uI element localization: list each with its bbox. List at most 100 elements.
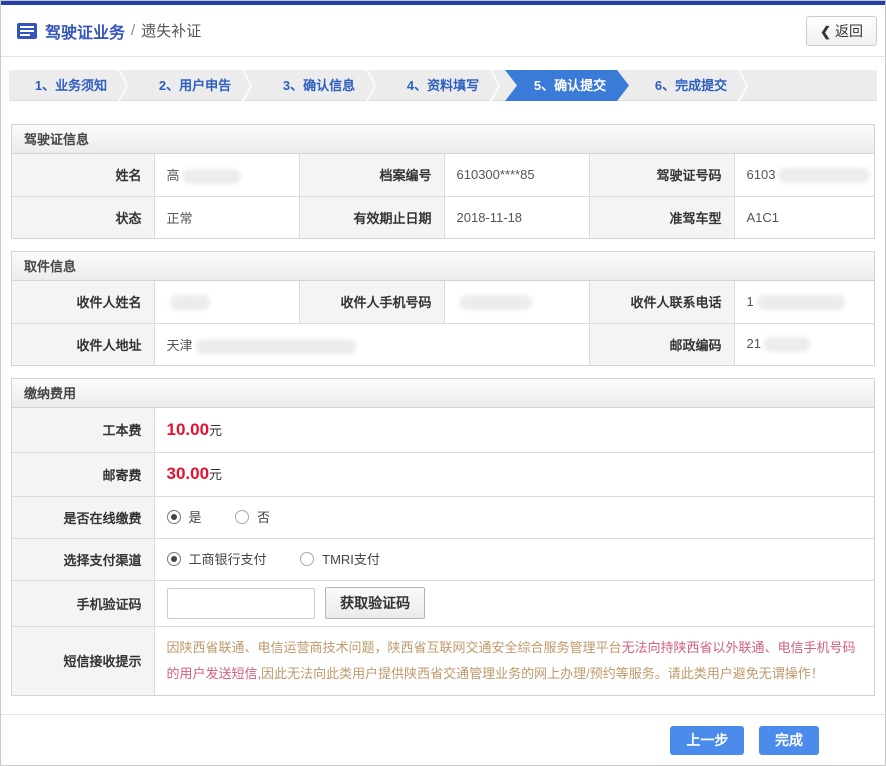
recipient-phone-value: 1 (734, 281, 874, 323)
sms-code-cell: 获取验证码 (154, 580, 874, 626)
online-pay-yes-option[interactable]: 是 (167, 507, 202, 526)
step-tabs: 1、业务须知 2、用户申告 3、确认信息 4、资料填写 5、确认提交 6、完成提… (9, 70, 877, 101)
recipient-mobile-value (444, 281, 589, 323)
section-payment: 缴纳费用 工本费 10.00元 邮寄费 30.00元 是否在线缴费 是 否 选择… (11, 378, 875, 696)
postcode-label: 邮政编码 (589, 323, 734, 365)
table-row: 是否在线缴费 是 否 (12, 496, 874, 538)
redacted-blur (778, 168, 870, 183)
fee-unit: 元 (209, 467, 222, 482)
online-pay-options: 是 否 (154, 496, 874, 538)
table-row: 姓名 高 档案编号 610300****85 驾驶证号码 6103 (12, 154, 874, 196)
card-fee-label: 工本费 (12, 408, 154, 452)
page-title: 驾驶证业务 (45, 19, 125, 43)
sms-notice-text: 因陕西省联通、电信运营商技术问题，陕西省互联网交通安全综合服务管理平台无法向持陕… (154, 626, 874, 695)
sms-code-input[interactable] (167, 588, 315, 619)
postage-value: 30.00元 (154, 452, 874, 496)
license-no-label: 驾驶证号码 (589, 154, 734, 196)
back-button-label: 返回 (835, 23, 863, 39)
section-license-title: 驾驶证信息 (12, 125, 874, 154)
tab-step-4[interactable]: 4、资料填写 (381, 70, 505, 101)
section-license-info: 驾驶证信息 姓名 高 档案编号 610300****85 驾驶证号码 6103 … (11, 124, 875, 239)
online-pay-no-label: 否 (257, 507, 270, 526)
finish-button[interactable]: 完成 (759, 726, 819, 755)
previous-step-button[interactable]: 上一步 (670, 726, 744, 755)
redacted-blur (460, 295, 532, 310)
payment-table: 工本费 10.00元 邮寄费 30.00元 是否在线缴费 是 否 选择支付渠道 … (12, 408, 874, 695)
table-row: 邮寄费 30.00元 (12, 452, 874, 496)
recipient-name-value (154, 281, 299, 323)
table-row: 收件人地址 天津 邮政编码 21 (12, 323, 874, 365)
postage-label: 邮寄费 (12, 452, 154, 496)
tab-step-2[interactable]: 2、用户申告 (133, 70, 257, 101)
redacted-blur (196, 339, 356, 354)
radio-unchecked-icon (235, 510, 249, 524)
sms-code-label: 手机验证码 (12, 580, 154, 626)
license-info-table: 姓名 高 档案编号 610300****85 驾驶证号码 6103 状态 正常 … (12, 154, 874, 238)
table-row: 手机验证码 获取验证码 (12, 580, 874, 626)
tab-step-3[interactable]: 3、确认信息 (257, 70, 381, 101)
page-container: 驾驶证业务 / 遗失补证 ❮ 返回 1、业务须知 2、用户申告 3、确认信息 4、… (0, 0, 886, 766)
postcode-value: 21 (734, 323, 874, 365)
postage-amount: 30.00 (167, 464, 210, 483)
breadcrumb-separator: / (131, 22, 135, 39)
pay-channel-options: 工商银行支付 TMRI支付 (154, 538, 874, 580)
recipient-address-value: 天津 (154, 323, 589, 365)
back-button[interactable]: ❮ 返回 (806, 16, 877, 46)
redacted-blur (183, 169, 241, 184)
back-chevron-icon: ❮ (820, 24, 831, 39)
redacted-blur (764, 337, 810, 352)
radio-checked-icon (167, 552, 181, 566)
table-row: 工本费 10.00元 (12, 408, 874, 452)
tabs-filler (753, 70, 877, 101)
recipient-phone-label: 收件人联系电话 (589, 281, 734, 323)
online-pay-no-option[interactable]: 否 (235, 507, 270, 526)
redacted-blur (170, 295, 210, 310)
table-row: 选择支付渠道 工商银行支付 TMRI支付 (12, 538, 874, 580)
file-no-label: 档案编号 (299, 154, 444, 196)
name-value: 高 (154, 154, 299, 196)
sms-notice-label: 短信接收提示 (12, 626, 154, 695)
tab-step-1[interactable]: 1、业务须知 (9, 70, 133, 101)
card-fee-amount: 10.00 (167, 420, 210, 439)
status-label: 状态 (12, 196, 154, 238)
vehicle-class-label: 准驾车型 (589, 196, 734, 238)
status-value: 正常 (154, 196, 299, 238)
channel-icbc-option[interactable]: 工商银行支付 (167, 549, 267, 568)
radio-unchecked-icon (300, 552, 314, 566)
notice-segment: 因陕西省联通、电信运营商技术问题，陕西省互联网交通安全综合服务管理平台 (167, 640, 622, 655)
file-no-value: 610300****85 (444, 154, 589, 196)
breadcrumb-current: 遗失补证 (141, 20, 201, 41)
channel-tmri-option[interactable]: TMRI支付 (300, 549, 380, 568)
recipient-name-label: 收件人姓名 (12, 281, 154, 323)
expiry-value: 2018-11-18 (444, 196, 589, 238)
name-label: 姓名 (12, 154, 154, 196)
online-pay-label: 是否在线缴费 (12, 496, 154, 538)
license-no-value: 6103 (734, 154, 874, 196)
online-pay-yes-label: 是 (189, 507, 202, 526)
expiry-label: 有效期止日期 (299, 196, 444, 238)
card-fee-value: 10.00元 (154, 408, 874, 452)
vehicle-class-value: A1C1 (734, 196, 874, 238)
tab-step-5-active[interactable]: 5、确认提交 (505, 70, 629, 101)
pay-channel-label: 选择支付渠道 (12, 538, 154, 580)
table-row: 短信接收提示 因陕西省联通、电信运营商技术问题，陕西省互联网交通安全综合服务管理… (12, 626, 874, 695)
section-pickup-info: 取件信息 收件人姓名 收件人手机号码 收件人联系电话 1 收件人地址 天津 邮政… (11, 251, 875, 366)
channel-icbc-label: 工商银行支付 (189, 549, 267, 568)
pickup-info-table: 收件人姓名 收件人手机号码 收件人联系电话 1 收件人地址 天津 邮政编码 21 (12, 281, 874, 365)
radio-checked-icon (167, 510, 181, 524)
section-pickup-title: 取件信息 (12, 252, 874, 281)
section-payment-title: 缴纳费用 (12, 379, 874, 408)
table-row: 收件人姓名 收件人手机号码 收件人联系电话 1 (12, 281, 874, 323)
get-code-button[interactable]: 获取验证码 (325, 587, 425, 619)
license-service-icon (17, 23, 37, 39)
recipient-mobile-label: 收件人手机号码 (299, 281, 444, 323)
recipient-address-label: 收件人地址 (12, 323, 154, 365)
page-header: 驾驶证业务 / 遗失补证 ❮ 返回 (1, 5, 885, 57)
footer-actions: 上一步 完成 (1, 714, 885, 755)
fee-unit: 元 (209, 423, 222, 438)
channel-tmri-label: TMRI支付 (322, 549, 380, 568)
notice-segment: 因此无法向此类用户提供陕西省交通管理业务的网上办理/预约等服务。请此类用户避免无… (261, 666, 824, 681)
tab-step-6[interactable]: 6、完成提交 (629, 70, 753, 101)
redacted-blur (757, 295, 845, 310)
table-row: 状态 正常 有效期止日期 2018-11-18 准驾车型 A1C1 (12, 196, 874, 238)
